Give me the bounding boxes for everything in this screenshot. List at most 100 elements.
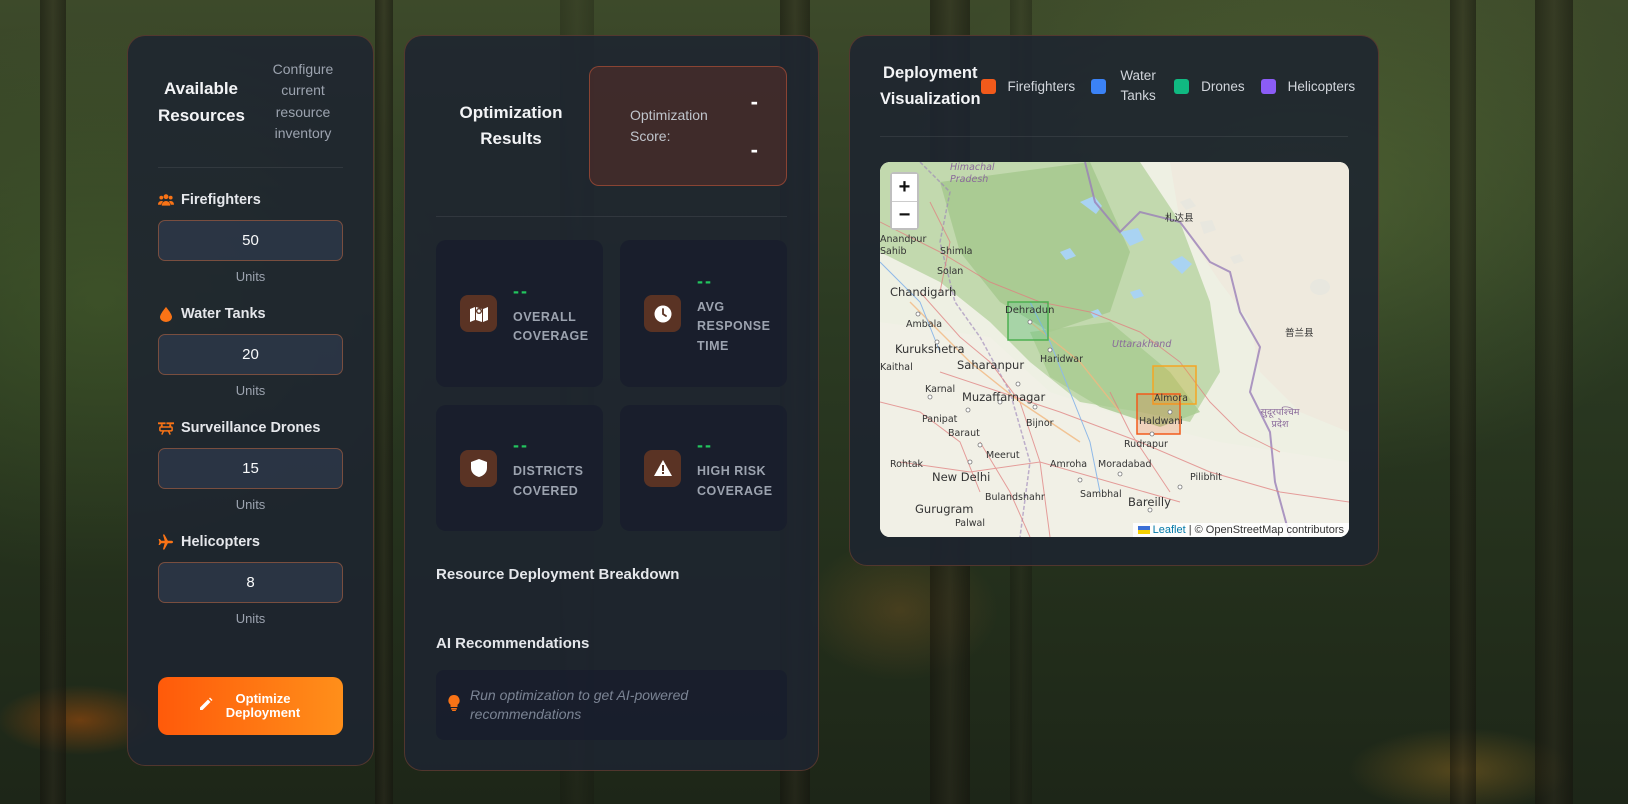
- ai-recommendations-placeholder: Run optimization to get AI-powered recom…: [470, 686, 689, 723]
- helicopters-unit: Units: [235, 611, 266, 626]
- leaflet-link[interactable]: Leaflet: [1153, 524, 1186, 536]
- score-box: Optimization Score: - -: [589, 66, 787, 186]
- drone-icon: [158, 420, 174, 436]
- map-label: Kaithal: [880, 362, 913, 373]
- map-label: Haridwar: [1040, 354, 1084, 365]
- warning-icon: [644, 449, 681, 487]
- resources-panel: Available Resources Configure current re…: [127, 35, 374, 766]
- metric-avg-response-time: -- AVG RESPONSE TIME: [620, 240, 787, 387]
- drones-input[interactable]: [158, 448, 343, 489]
- firefighters-unit: Units: [235, 269, 266, 284]
- map-label: Sambhal: [1080, 489, 1122, 500]
- water-tanks-unit: Units: [235, 383, 266, 398]
- legend-water-tanks: Water Tanks: [1091, 66, 1158, 106]
- map-label: Gurugram: [915, 502, 974, 516]
- osm-attribution: | © OpenStreetMap contributors: [1188, 524, 1344, 536]
- districts-covered-value: --: [513, 435, 529, 455]
- plane-icon: [158, 534, 174, 550]
- metric-districts-covered: -- DISTRICTS COVERED: [436, 405, 603, 531]
- map-label: Panipat: [922, 414, 958, 425]
- map-label: Rohtak: [890, 459, 924, 470]
- map-label: Uttarakhand: [1112, 339, 1172, 350]
- map-label: Bareilly: [1128, 495, 1171, 509]
- map-label: Rudrapur: [1124, 439, 1168, 450]
- legend-label: Drones: [1201, 78, 1245, 94]
- users-icon: [158, 192, 174, 208]
- overall-coverage-value: --: [513, 280, 529, 301]
- legend-swatch: [1260, 78, 1276, 94]
- map-label: Muzaffarnagar: [962, 390, 1046, 404]
- visualization-header: Deployment Visualization Firefighters Wa…: [880, 36, 1355, 137]
- map-label: Saharanpur: [957, 358, 1025, 372]
- map-label: Chandigarh: [890, 285, 957, 299]
- map-label: Almora: [1154, 393, 1188, 404]
- legend-swatch: [980, 78, 996, 94]
- high-risk-value: --: [697, 435, 713, 455]
- map-label: Pilibhit: [1190, 472, 1222, 483]
- map-label: Kurukshetra: [895, 342, 965, 356]
- map-label: Himachal Pradesh: [950, 162, 995, 185]
- helicopters-label: Helicopters: [181, 534, 260, 550]
- drones-unit: Units: [235, 497, 266, 512]
- metric-overall-coverage: -- OVERALL COVERAGE: [436, 240, 603, 387]
- resource-helicopters: Helicopters Units: [158, 532, 343, 626]
- legend-label: Helicopters: [1287, 78, 1356, 94]
- zoom-in-button[interactable]: +: [892, 174, 917, 201]
- map-label: Amroha: [1050, 459, 1088, 470]
- legend-drones: Drones: [1174, 78, 1245, 94]
- map-attribution: Leaflet | © OpenStreetMap contributors: [1132, 523, 1349, 537]
- score-label: Optimization Score:: [630, 107, 708, 144]
- map-label: Palwal: [955, 518, 985, 529]
- map-label: Solan: [937, 266, 964, 277]
- results-header: Optimization Results Optimization Score:…: [436, 36, 787, 217]
- avg-response-value: --: [697, 270, 713, 291]
- helicopters-input[interactable]: [158, 562, 343, 603]
- score-value-1: -: [750, 89, 758, 114]
- resource-water-tanks: Water Tanks Units: [158, 304, 343, 398]
- legend-firefighters: Firefighters: [980, 78, 1076, 94]
- map-label: Haldwani: [1139, 416, 1183, 427]
- high-risk-label: HIGH RISK COVERAGE: [697, 464, 773, 498]
- map-label: Moradabad: [1098, 459, 1152, 470]
- legend-label: Firefighters: [1007, 78, 1076, 94]
- optimize-button-label: Optimize Deployment: [225, 691, 301, 720]
- resources-header: Available Resources Configure current re…: [158, 36, 343, 168]
- visualization-panel: Deployment Visualization Firefighters Wa…: [849, 35, 1379, 566]
- map-zoom-control: + −: [890, 172, 919, 230]
- resources-subtitle: Configure current resource inventory: [272, 60, 334, 142]
- map-label: Dehradun: [1005, 305, 1055, 316]
- legend-helicopters: Helicopters: [1260, 78, 1356, 94]
- districts-covered-label: DISTRICTS COVERED: [513, 464, 584, 498]
- water-tanks-input[interactable]: [158, 334, 343, 375]
- droplet-icon: [158, 306, 174, 322]
- legend-swatch: [1174, 78, 1190, 94]
- zoom-out-button[interactable]: −: [892, 201, 917, 228]
- resources-title: Available Resources: [158, 78, 245, 125]
- legend: Firefighters Water Tanks Drones Helicopt…: [980, 66, 1356, 106]
- map-label: Meerut: [986, 450, 1020, 461]
- optimize-deployment-button[interactable]: Optimize Deployment: [158, 677, 343, 735]
- map-label: 札达县: [1165, 213, 1194, 224]
- avg-response-label: AVG RESPONSE TIME: [697, 299, 771, 353]
- map-label: Ambala: [906, 319, 943, 330]
- map-label: 普兰县: [1285, 328, 1314, 339]
- map-label: सुदूरपश्चिम प्रदेश: [1260, 407, 1300, 430]
- score-value-2: -: [750, 137, 758, 162]
- legend-label: Water Tanks: [1120, 68, 1156, 103]
- clock-icon: [644, 295, 681, 332]
- overall-coverage-label: OVERALL COVERAGE: [513, 309, 589, 344]
- metric-high-risk-coverage: -- HIGH RISK COVERAGE: [620, 405, 787, 531]
- pencil-icon: [198, 697, 213, 715]
- lightbulb-icon: [448, 694, 460, 716]
- resource-firefighters: Firefighters Units: [158, 190, 343, 284]
- score-value: - -: [751, 78, 758, 174]
- map-label: Anandpur Sahib: [880, 234, 927, 257]
- firefighters-label: Firefighters: [181, 192, 261, 208]
- deployment-map[interactable]: Himachal Pradesh Anandpur Sahib Shimla S…: [880, 162, 1349, 537]
- water-tanks-label: Water Tanks: [181, 306, 266, 322]
- map-label: Karnal: [925, 384, 956, 395]
- firefighters-input[interactable]: [158, 220, 343, 261]
- map-label: Bulandshahr: [985, 492, 1045, 503]
- breakdown-title: Resource Deployment Breakdown: [436, 566, 680, 583]
- map-label: Baraut: [948, 428, 980, 439]
